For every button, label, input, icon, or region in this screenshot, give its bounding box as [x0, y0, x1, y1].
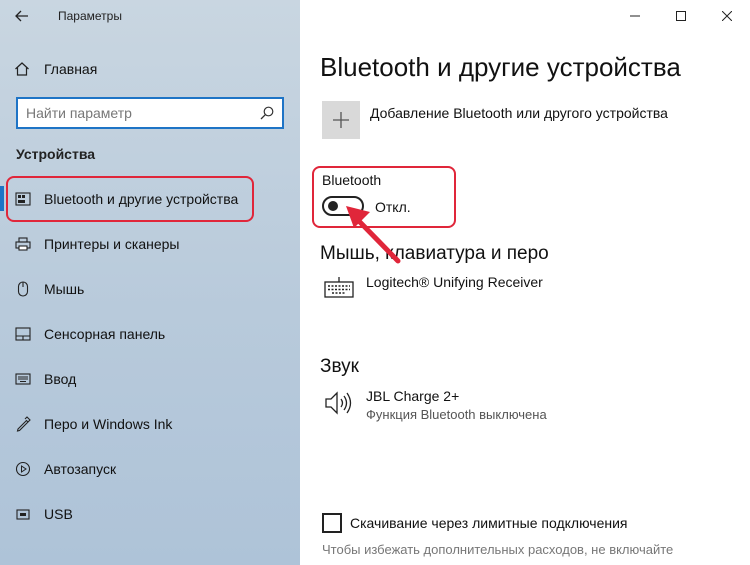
close-button[interactable]: [704, 0, 750, 32]
back-arrow-icon: [15, 10, 28, 22]
annotation-arrow-icon: [346, 206, 401, 264]
sidebar-item-mouse[interactable]: Мышь: [0, 266, 300, 311]
metered-download-label: Скачивание через лимитные подключения: [350, 515, 628, 531]
sidebar-nav: Bluetooth и другие устройства Принтеры и…: [0, 176, 300, 536]
speaker-icon: [322, 390, 356, 416]
minimize-button[interactable]: [612, 0, 658, 32]
device-jbl[interactable]: JBL Charge 2+ Функция Bluetooth выключен…: [322, 388, 547, 422]
mouse-icon: [0, 280, 44, 297]
annotation-highlight-sidebar: [6, 176, 254, 222]
autoplay-icon: [0, 461, 44, 477]
sidebar-item-label: Автозапуск: [44, 460, 117, 477]
sidebar-item-touchpad[interactable]: Сенсорная панель: [0, 311, 300, 356]
plus-icon: [333, 112, 349, 128]
sidebar-item-autoplay[interactable]: Автозапуск: [0, 446, 300, 491]
search-box[interactable]: [16, 97, 284, 129]
sidebar-item-label: Сенсорная панель: [44, 325, 166, 342]
sidebar-item-printers[interactable]: Принтеры и сканеры: [0, 221, 300, 266]
sidebar-item-label: Мышь: [44, 280, 85, 297]
window-controls: [612, 0, 750, 32]
metered-note: Чтобы избежать дополнительных расходов, …: [322, 542, 674, 557]
pen-icon: [0, 415, 44, 432]
sidebar-item-label: Ввод: [44, 370, 77, 387]
home-icon: [0, 61, 44, 77]
keyboard-icon: [0, 372, 44, 385]
home-label: Главная: [44, 61, 98, 77]
sidebar-item-label: Принтеры и сканеры: [44, 235, 180, 252]
sidebar: Параметры Главная Устройства Bluetooth и…: [0, 0, 300, 565]
main-content: Bluetooth и другие устройства Добавление…: [300, 0, 750, 565]
maximize-icon: [676, 11, 686, 21]
printer-icon: [0, 236, 44, 251]
device-status: Функция Bluetooth выключена: [366, 407, 547, 422]
close-icon: [722, 11, 732, 21]
usb-icon: [0, 507, 44, 521]
touchpad-icon: [0, 326, 44, 341]
sidebar-item-typing[interactable]: Ввод: [0, 356, 300, 401]
back-button[interactable]: [0, 0, 44, 32]
device-name: JBL Charge 2+: [366, 388, 460, 404]
device-name: Logitech® Unifying Receiver: [366, 274, 543, 290]
audio-section-title: Звук: [320, 356, 359, 377]
section-title: Устройства: [16, 146, 96, 162]
page-title: Bluetooth и другие устройства: [320, 52, 681, 82]
minimize-icon: [630, 15, 640, 17]
sidebar-item-label: Перо и Windows Ink: [44, 415, 173, 432]
sidebar-item-label: USB: [44, 505, 73, 522]
titlebar: Параметры: [0, 0, 300, 32]
add-device-button[interactable]: [322, 101, 360, 139]
maximize-button[interactable]: [658, 0, 704, 32]
home-button[interactable]: Главная: [0, 54, 300, 84]
search-icon[interactable]: [252, 106, 282, 120]
sidebar-item-pen[interactable]: Перо и Windows Ink: [0, 401, 300, 446]
metered-download-checkbox[interactable]: [322, 513, 342, 533]
add-device-row[interactable]: Добавление Bluetooth или другого устройс…: [322, 101, 668, 139]
keyboard-device-icon: [322, 276, 356, 298]
app-title: Параметры: [58, 9, 122, 23]
metered-download-row[interactable]: Скачивание через лимитные подключения: [322, 513, 627, 533]
device-logitech[interactable]: Logitech® Unifying Receiver: [322, 274, 543, 298]
add-device-label: Добавление Bluetooth или другого устройс…: [370, 105, 668, 121]
sidebar-item-usb[interactable]: USB: [0, 491, 300, 536]
search-input[interactable]: [18, 99, 252, 127]
